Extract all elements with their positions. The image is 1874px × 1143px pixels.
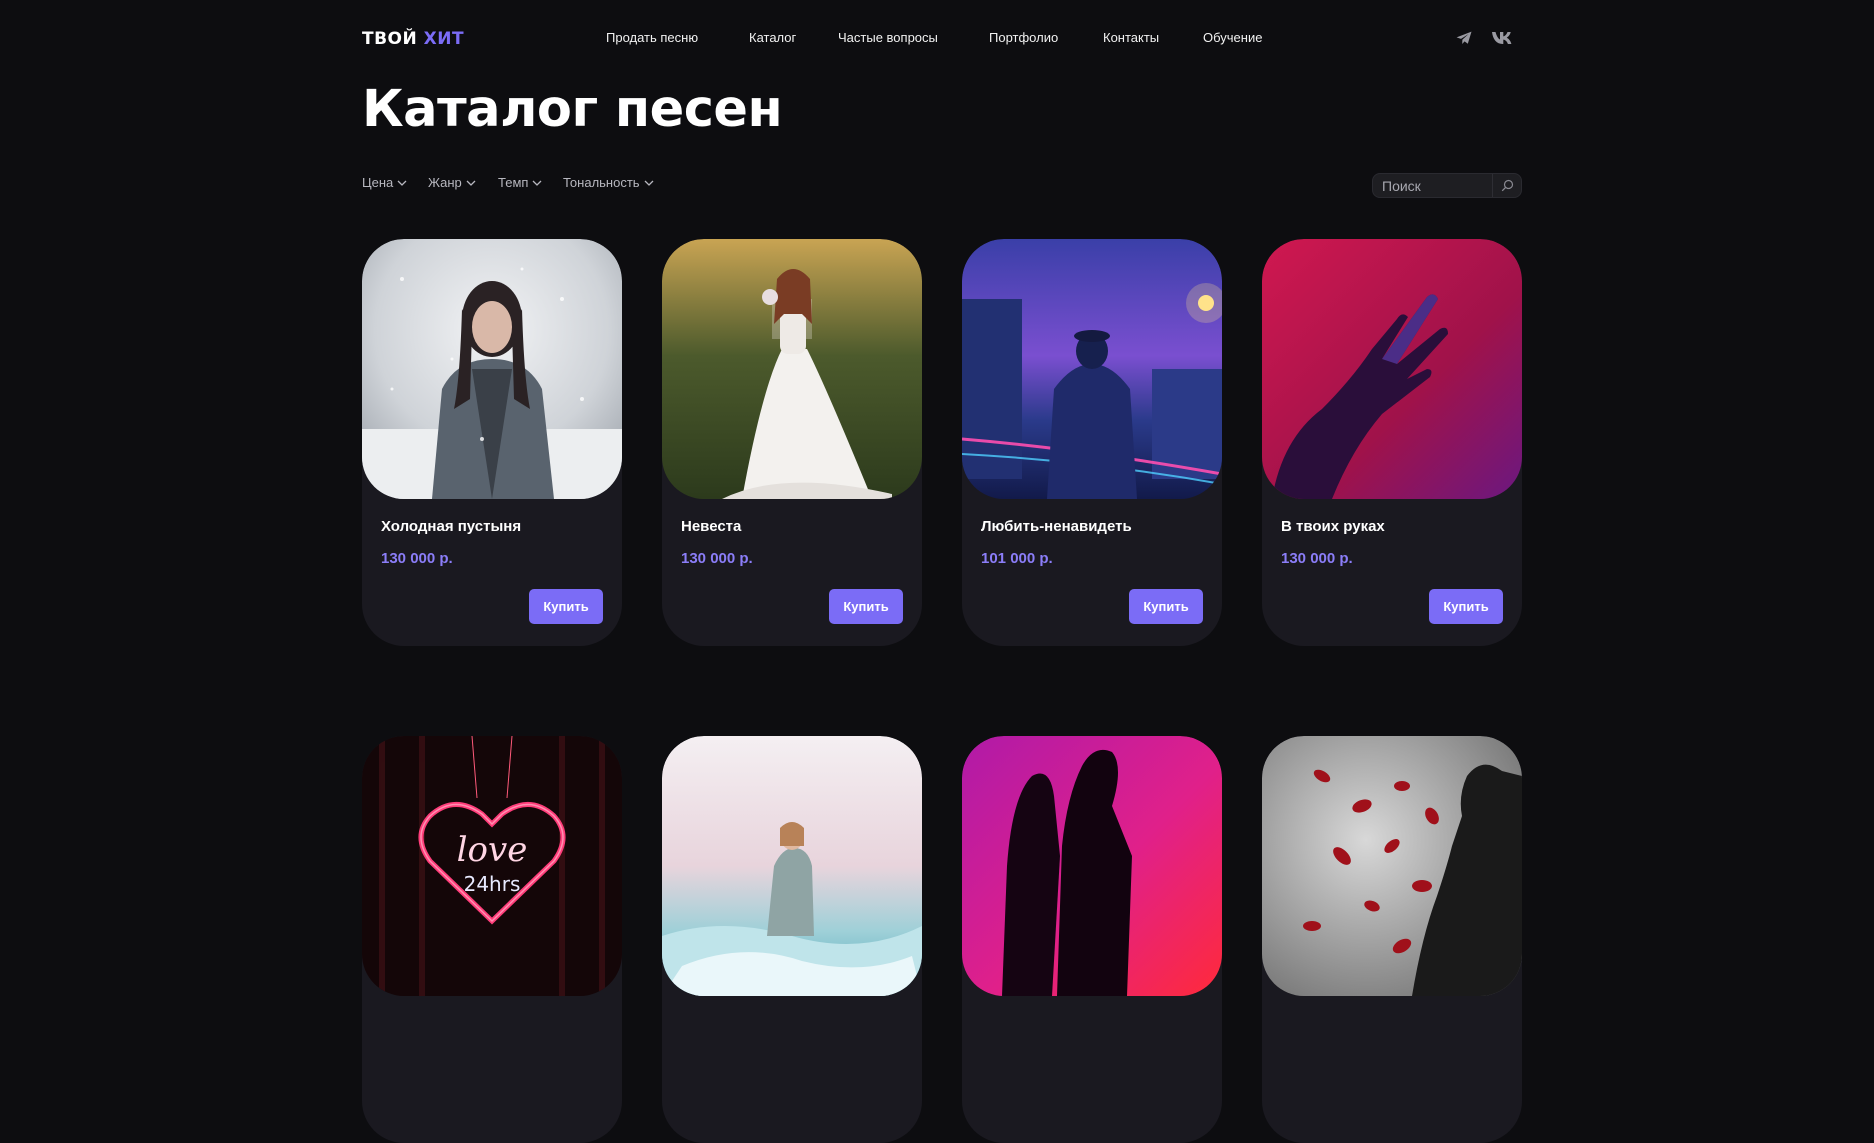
nav-link-sell-song[interactable]: Продать песню [606,30,698,45]
song-card[interactable]: Любить-ненавидеть 101 000 р. Купить [962,239,1222,646]
chevron-down-icon [644,180,654,186]
filter-genre[interactable]: Жанр [428,175,476,190]
nav-link-faq[interactable]: Частые вопросы [838,30,938,45]
filter-tempo[interactable]: Темп [498,175,542,190]
song-card[interactable]: В твоих руках 130 000 р. Купить [1262,239,1522,646]
search-box [1372,173,1522,198]
nav-link-education[interactable]: Обучение [1203,30,1262,45]
page-container: ТВОЙ ХИТ Продать песню Каталог Частые во… [362,0,1522,1143]
filter-price[interactable]: Цена [362,175,407,190]
song-cover-image[interactable] [362,239,622,499]
logo-text-accent: ХИТ [423,29,465,49]
buy-button[interactable]: Купить [1129,589,1203,624]
search-icon [1501,179,1513,192]
song-title: Невеста [681,518,742,535]
filter-tempo-label: Темп [498,175,529,190]
telegram-icon[interactable] [1452,27,1476,49]
song-cover-image[interactable] [962,239,1222,499]
search-button[interactable] [1492,174,1521,197]
song-card[interactable] [1262,736,1522,1143]
song-card[interactable]: Холодная пустыня 130 000 р. Купить [362,239,622,646]
song-cover-image[interactable] [662,736,922,996]
logo-text-primary: ТВОЙ [362,29,418,49]
buy-button[interactable]: Купить [829,589,903,624]
filter-key-label: Тональность [563,175,640,190]
chevron-down-icon [466,180,476,186]
song-title: В твоих руках [1281,518,1385,535]
svg-text:love: love [457,830,528,870]
song-title: Холодная пустыня [381,518,522,535]
song-cover-image[interactable]: love 24hrs [362,736,622,996]
song-price: 101 000 р. [981,550,1053,567]
social-links [1452,27,1522,49]
svg-text:24hrs: 24hrs [464,872,521,896]
song-card[interactable] [662,736,922,1143]
page-title: Каталог песен [362,80,783,139]
song-cover-image[interactable] [1262,736,1522,996]
song-card[interactable]: Невеста 130 000 р. Купить [662,239,922,646]
vk-icon[interactable] [1488,27,1518,49]
buy-button[interactable]: Купить [529,589,603,624]
song-price: 130 000 р. [1281,550,1353,567]
song-card[interactable]: love 24hrs [362,736,622,1143]
filter-genre-label: Жанр [428,175,462,190]
nav-link-contacts[interactable]: Контакты [1103,30,1159,45]
search-input[interactable] [1373,177,1493,194]
site-header: ТВОЙ ХИТ Продать песню Каталог Частые во… [362,0,1522,76]
buy-button[interactable]: Купить [1429,589,1503,624]
filter-key[interactable]: Тональность [563,175,654,190]
nav-link-portfolio[interactable]: Портфолио [989,30,1058,45]
chevron-down-icon [532,180,542,186]
song-cover-image[interactable] [1262,239,1522,499]
song-price: 130 000 р. [381,550,453,567]
song-cover-image[interactable] [962,736,1222,996]
song-card[interactable] [962,736,1222,1143]
song-title: Любить-ненавидеть [981,518,1132,535]
nav-link-catalog[interactable]: Каталог [749,30,796,45]
song-cover-image[interactable] [662,239,922,499]
filter-price-label: Цена [362,175,394,190]
chevron-down-icon [397,180,407,186]
song-price: 130 000 р. [681,550,753,567]
logo[interactable]: ТВОЙ ХИТ [362,29,464,49]
